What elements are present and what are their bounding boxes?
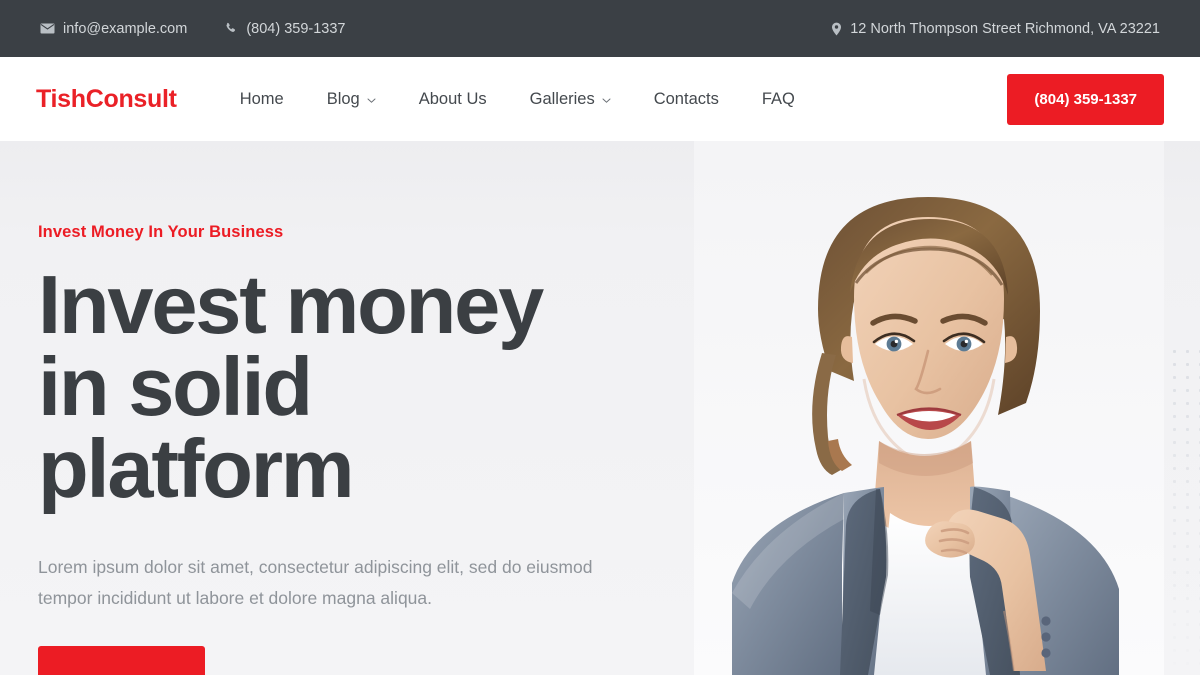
- hero-content: Invest Money In Your Business Invest mon…: [38, 141, 688, 675]
- phone-icon: [225, 22, 238, 35]
- site-logo[interactable]: TishConsult: [36, 85, 177, 114]
- main-navigation: Home Blog About Us Galleries Contacts FA…: [240, 90, 795, 109]
- topbar-email[interactable]: info@example.com: [40, 21, 187, 37]
- nav-item-galleries-label: Galleries: [529, 89, 595, 108]
- map-pin-icon: [831, 22, 842, 36]
- topbar-phone-text: (804) 359-1337: [246, 20, 346, 37]
- topbar-left-group: info@example.com (804) 359-1337: [40, 21, 346, 37]
- hero-headline-line-3: platform: [38, 422, 355, 516]
- hero-headline-line-2: in solid: [38, 340, 313, 434]
- nav-item-about-us-label: About Us: [418, 89, 487, 108]
- topbar-address-text: 12 North Thompson Street Richmond, VA 23…: [850, 20, 1160, 37]
- topbar-address: 12 North Thompson Street Richmond, VA 23…: [831, 21, 1160, 37]
- topbar-phone[interactable]: (804) 359-1337: [225, 20, 346, 37]
- topbar-email-text: info@example.com: [63, 20, 188, 37]
- nav-item-contacts[interactable]: Contacts: [654, 90, 719, 109]
- envelope-icon: [40, 23, 55, 34]
- nav-item-contacts-label: Contacts: [653, 89, 719, 108]
- topbar-right-group: 12 North Thompson Street Richmond, VA 23…: [831, 21, 1160, 37]
- nav-item-home[interactable]: Home: [240, 90, 284, 109]
- hero-headline: Invest money in solid platform: [38, 258, 688, 516]
- top-contact-bar: info@example.com (804) 359-1337 12 North…: [0, 0, 1200, 57]
- site-header: TishConsult Home Blog About Us Galleries: [0, 57, 1200, 141]
- chevron-down-icon: [367, 96, 376, 105]
- hero-cta-button[interactable]: [38, 646, 205, 675]
- hero-eyebrow: Invest Money In Your Business: [38, 223, 284, 241]
- nav-item-faq[interactable]: FAQ: [762, 90, 795, 109]
- chevron-down-icon: [602, 96, 611, 105]
- hero-section: Invest Money In Your Business Invest mon…: [0, 141, 1200, 675]
- hero-headline-line-1: Invest money: [38, 258, 544, 351]
- hero-paragraph: Lorem ipsum dolor sit amet, consectetur …: [38, 557, 593, 608]
- nav-item-about-us[interactable]: About Us: [419, 90, 487, 109]
- hero-portrait-image: [694, 141, 1164, 675]
- nav-item-galleries[interactable]: Galleries: [530, 90, 611, 109]
- nav-item-blog[interactable]: Blog: [327, 90, 376, 109]
- header-phone-cta-button[interactable]: (804) 359-1337: [1007, 73, 1164, 125]
- nav-item-blog-label: Blog: [326, 89, 360, 108]
- nav-item-home-label: Home: [239, 89, 284, 108]
- nav-item-faq-label: FAQ: [761, 89, 795, 108]
- landing-page: info@example.com (804) 359-1337 12 North…: [0, 0, 1200, 675]
